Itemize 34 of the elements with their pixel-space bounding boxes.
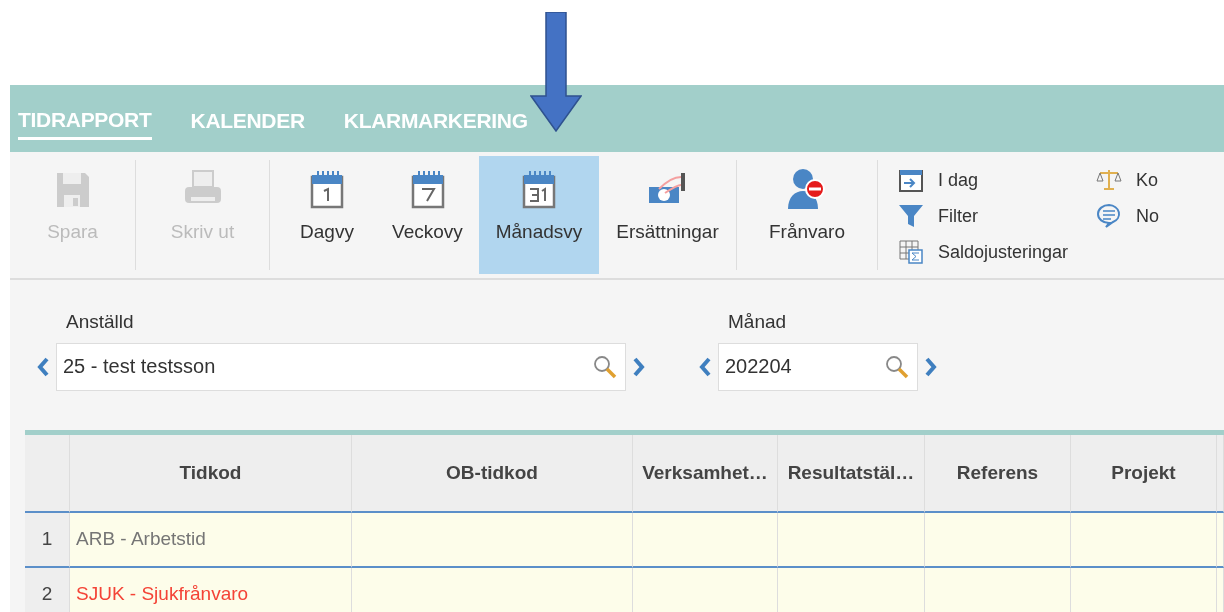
- column-header[interactable]: Resultatstäl…: [778, 435, 925, 513]
- field-label: Månad: [728, 310, 788, 334]
- chevron-left-icon: [698, 356, 712, 379]
- column-header[interactable]: Projekt: [1071, 435, 1217, 513]
- column-header[interactable]: Referens: [925, 435, 1071, 513]
- toolbar-item[interactable]: I dag: [898, 162, 1069, 198]
- column-header[interactable]: Tidkod: [70, 435, 352, 513]
- toolbar-item[interactable]: Filter: [898, 198, 1069, 234]
- table-cell: ARB - Arbetstid: [70, 513, 352, 568]
- row-number: 1: [25, 513, 70, 568]
- toolbar-item[interactable]: Ko: [1096, 162, 1160, 198]
- row-number: 2: [25, 568, 70, 612]
- toolbar-button[interactable]: Ersättningar: [599, 156, 736, 274]
- filter-icon: [898, 203, 924, 229]
- scale-icon: [1096, 167, 1123, 193]
- chevron-left-icon: [36, 356, 50, 379]
- speech-bubble-icon: [1096, 203, 1123, 229]
- toolbar-button[interactable]: Veckovy: [376, 156, 479, 274]
- toolbar-button[interactable]: Dagvy: [278, 156, 376, 274]
- toolbar-button[interactable]: Frånvaro: [737, 156, 877, 274]
- table-cell: SJUK - Sjukfrånvaro: [70, 568, 352, 612]
- chevron-right-icon: [632, 356, 646, 379]
- month-field[interactable]: 202204: [718, 342, 918, 391]
- column-header[interactable]: Verksamhet…: [633, 435, 778, 513]
- search-icon[interactable]: [592, 353, 618, 380]
- search-icon[interactable]: [884, 353, 910, 380]
- toolbar-button[interactable]: Månadsvy: [479, 156, 599, 274]
- column-header[interactable]: OB-tidkod: [352, 435, 633, 513]
- toolbar-item[interactable]: Saldojusteringar: [898, 234, 1069, 270]
- toolbar-item[interactable]: No: [1096, 198, 1160, 234]
- field-label: Anställd: [66, 310, 135, 334]
- chevron-right-icon: [924, 356, 938, 379]
- table-sum-icon: [898, 239, 924, 265]
- employee-field[interactable]: 25 - test testsson: [56, 342, 626, 391]
